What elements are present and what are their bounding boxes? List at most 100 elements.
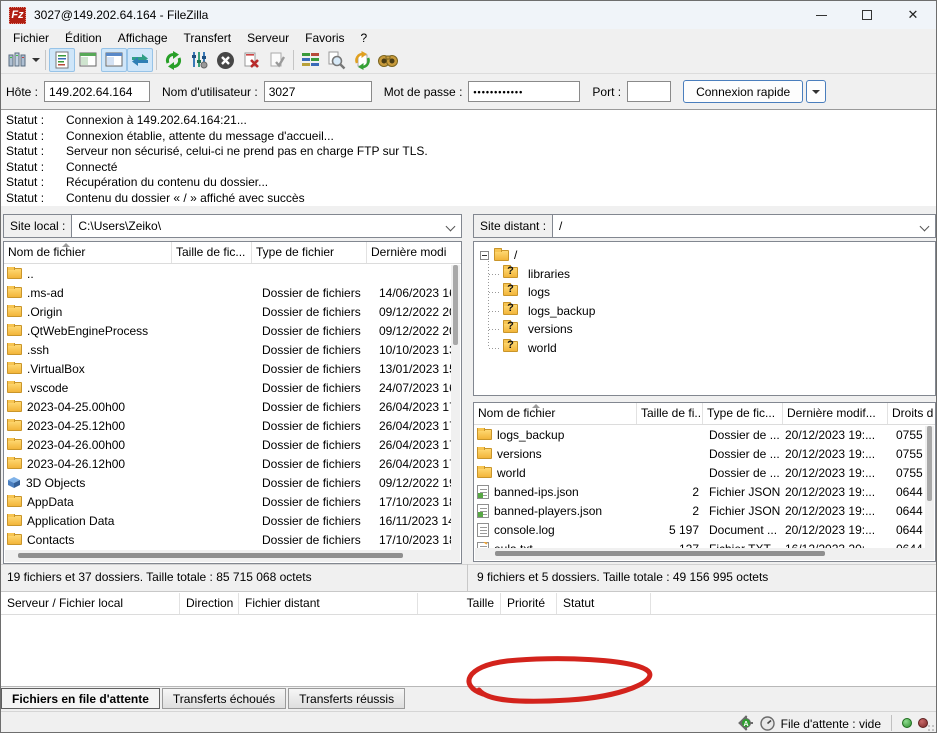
password-input[interactable] — [468, 81, 580, 102]
username-input[interactable] — [264, 81, 372, 102]
file-date: 13/01/2023 15: — [367, 362, 461, 376]
tab-failed-transfers[interactable]: Transferts échoués — [162, 688, 286, 709]
minimize-button[interactable] — [798, 1, 844, 29]
column-header-size[interactable]: Taille de fi... — [637, 403, 703, 424]
table-row[interactable]: .sshDossier de fichiers10/10/2023 13: — [4, 340, 461, 359]
queue-col-size[interactable]: Taille — [418, 593, 501, 614]
tree-item-versions[interactable]: ?versions — [474, 320, 935, 339]
table-row[interactable]: .OriginDossier de fichiers09/12/2022 20: — [4, 302, 461, 321]
vertical-scrollbar[interactable] — [925, 426, 934, 548]
table-row[interactable]: 2023-04-25.00h00Dossier de fichiers26/04… — [4, 397, 461, 416]
column-header-date[interactable]: Dernière modi — [367, 242, 461, 263]
file-type: Dossier de fichiers — [252, 514, 367, 528]
menu-affichage[interactable]: Affichage — [110, 30, 176, 46]
find-files-button[interactable] — [375, 48, 401, 72]
scrollbar-thumb[interactable] — [495, 551, 825, 556]
queue-col-direction[interactable]: Direction — [180, 593, 239, 614]
quickconnect-dropdown[interactable] — [806, 80, 826, 103]
cancel-button[interactable] — [212, 48, 238, 72]
table-row[interactable]: .ms-adDossier de fichiers14/06/2023 16: — [4, 283, 461, 302]
column-header-perms[interactable]: Droits d — [888, 403, 935, 424]
file-search-button[interactable] — [323, 48, 349, 72]
tab-successful-transfers[interactable]: Transferts réussis — [288, 688, 405, 709]
tree-item-libraries[interactable]: ?libraries — [474, 265, 935, 284]
column-header-name[interactable]: Nom de fichier — [474, 403, 637, 424]
scrollbar-thumb[interactable] — [18, 553, 403, 558]
toggle-local-tree-button[interactable] — [75, 48, 101, 72]
tree-label: versions — [528, 322, 573, 336]
port-input[interactable] — [627, 81, 671, 102]
queue-col-priority[interactable]: Priorité — [501, 593, 557, 614]
process-queue-button[interactable] — [186, 48, 212, 72]
menu-fichier[interactable]: Fichier — [5, 30, 57, 46]
collapse-icon[interactable] — [480, 251, 489, 260]
column-header-size[interactable]: Taille de fic... — [172, 242, 252, 263]
menu-serveur[interactable]: Serveur — [239, 30, 297, 46]
tree-item-logs-backup[interactable]: ?logs_backup — [474, 302, 935, 321]
resize-grip[interactable] — [927, 724, 935, 732]
table-row[interactable]: versionsDossier de ...20/12/2023 19:...0… — [474, 444, 935, 463]
table-row[interactable]: 2023-04-25.12h00Dossier de fichiers26/04… — [4, 416, 461, 435]
table-row[interactable]: .. — [4, 264, 461, 283]
file-name: versions — [497, 447, 542, 461]
table-row[interactable]: console.log5 197Document ...20/12/2023 1… — [474, 520, 935, 539]
table-row[interactable]: .VirtualBoxDossier de fichiers13/01/2023… — [4, 359, 461, 378]
site-manager-button[interactable] — [4, 48, 30, 72]
quickconnect-button[interactable]: Connexion rapide — [683, 80, 803, 103]
table-row[interactable]: ContactsDossier de fichiers17/10/2023 18… — [4, 530, 461, 549]
tree-item-logs[interactable]: ?logs — [474, 283, 935, 302]
table-row[interactable]: AppDataDossier de fichiers17/10/2023 18: — [4, 492, 461, 511]
table-row[interactable]: Application DataDossier de fichiers16/11… — [4, 511, 461, 530]
vertical-scrollbar[interactable] — [451, 265, 460, 550]
table-row-world[interactable]: worldDossier de ...20/12/2023 19:...0755 — [474, 463, 935, 482]
reconnect-button[interactable] — [264, 48, 290, 72]
directory-comparison-button[interactable] — [297, 48, 323, 72]
log-message: Récupération du contenu du dossier... — [66, 175, 936, 191]
menu-edition[interactable]: Édition — [57, 30, 110, 46]
table-row[interactable]: 3D ObjectsDossier de fichiers09/12/2022 … — [4, 473, 461, 492]
column-header-type[interactable]: Type de fichier — [252, 242, 367, 263]
table-row[interactable]: banned-players.json2Fichier JSON20/12/20… — [474, 501, 935, 520]
column-header-name[interactable]: Nom de fichier — [4, 242, 172, 263]
table-row[interactable]: logs_backupDossier de ...20/12/2023 19:.… — [474, 425, 935, 444]
toggle-transfer-queue-button[interactable] — [127, 48, 153, 72]
scrollbar-thumb[interactable] — [453, 265, 458, 345]
remote-file-list: Nom de fichier Taille de fi... Type de f… — [473, 402, 936, 562]
speed-limit-gauge-icon[interactable] — [760, 716, 775, 731]
table-row[interactable]: banned-ips.json2Fichier JSON20/12/2023 1… — [474, 482, 935, 501]
table-row[interactable]: .vscodeDossier de fichiers24/07/2023 16: — [4, 378, 461, 397]
host-input[interactable] — [44, 81, 150, 102]
site-manager-dropdown[interactable] — [30, 48, 42, 72]
file-date: 26/04/2023 17: — [367, 419, 461, 433]
menu-favoris[interactable]: Favoris — [297, 30, 352, 46]
table-row[interactable]: 2023-04-26.12h00Dossier de fichiers26/04… — [4, 454, 461, 473]
queue-mode-gear-icon[interactable]: A — [738, 715, 754, 731]
file-type: Dossier de fichiers — [252, 286, 367, 300]
horizontal-scrollbar[interactable] — [5, 550, 460, 562]
menu-help[interactable]: ? — [353, 30, 376, 46]
local-path-combo[interactable]: C:\Users\Zeiko\ — [71, 214, 462, 238]
queue-col-remote[interactable]: Fichier distant — [239, 593, 418, 614]
refresh-button[interactable] — [160, 48, 186, 72]
tab-queued-files[interactable]: Fichiers en file d'attente — [1, 688, 160, 709]
filezilla-window: Fz 3027@149.202.64.164 - FileZilla ✕ Fic… — [0, 0, 937, 733]
tree-item-world[interactable]: ?world — [474, 339, 935, 358]
toggle-remote-tree-button[interactable] — [101, 48, 127, 72]
horizontal-scrollbar[interactable] — [475, 548, 934, 560]
table-row[interactable]: .QtWebEngineProcessDossier de fichiers09… — [4, 321, 461, 340]
toggle-message-log-button[interactable] — [49, 48, 75, 72]
maximize-button[interactable] — [844, 1, 890, 29]
disconnect-button[interactable] — [238, 48, 264, 72]
menu-transfert[interactable]: Transfert — [176, 30, 240, 46]
column-header-date[interactable]: Dernière modif... — [783, 403, 888, 424]
tree-item-root[interactable]: / — [474, 246, 935, 265]
remote-path-combo[interactable]: / — [552, 214, 936, 238]
column-header-type[interactable]: Type de fic... — [703, 403, 783, 424]
log-message: Connexion à 149.202.64.164:21... — [66, 113, 936, 129]
close-button[interactable]: ✕ — [890, 1, 936, 29]
table-row[interactable]: 2023-04-26.00h00Dossier de fichiers26/04… — [4, 435, 461, 454]
queue-col-status[interactable]: Statut — [557, 593, 651, 614]
synchronized-browsing-button[interactable] — [349, 48, 375, 72]
queue-col-local[interactable]: Serveur / Fichier local — [1, 593, 180, 614]
scrollbar-thumb[interactable] — [927, 426, 932, 501]
